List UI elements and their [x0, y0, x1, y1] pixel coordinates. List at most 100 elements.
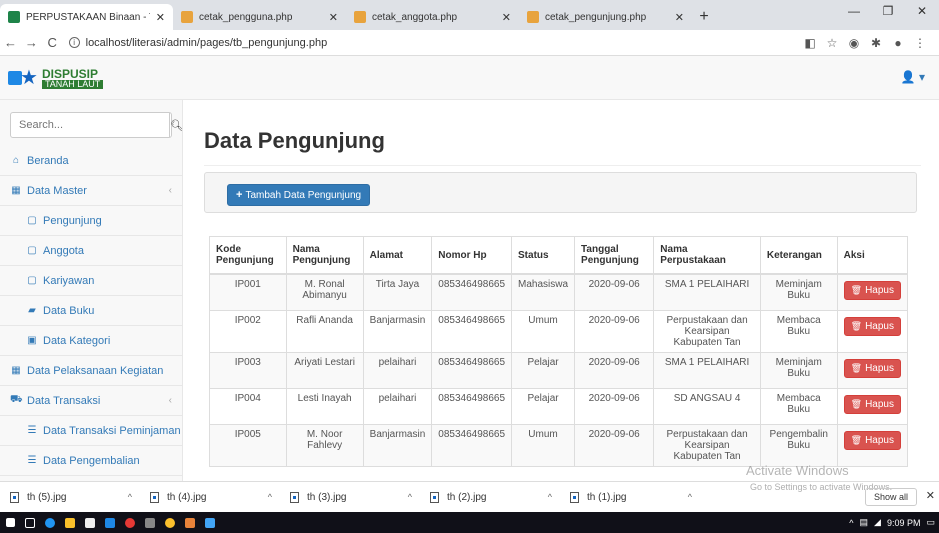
info-icon[interactable]: i: [68, 37, 80, 48]
delete-button[interactable]: 🗑︎ Hapus: [843, 358, 901, 378]
chevron-up-icon[interactable]: ^: [688, 492, 692, 502]
column-header: Nama Pengunjung: [285, 237, 364, 275]
download-item[interactable]: th (4).jpg ^: [140, 491, 280, 503]
sidebar-item[interactable]: ▰ Data Buku: [0, 296, 182, 326]
download-filename: th (1).jpg: [587, 491, 627, 503]
panel-heading: + Tambah Data Pengunjung: [204, 172, 917, 213]
show-all-button[interactable]: Show all: [864, 488, 917, 506]
chevron-up-icon[interactable]: ^: [268, 492, 272, 502]
column-header: Tanggal Pengunjung: [574, 237, 654, 275]
action-cell: 🗑︎ Hapus: [836, 273, 907, 310]
table-row: IP002 Rafli Ananda Banjarmasin 085346498665…: [210, 309, 907, 352]
table-cell: 2020-09-06: [574, 423, 654, 466]
table-header-row: Kode Pengunjung Nama Pengunjung Alamat Nomo…: [210, 237, 907, 275]
sidebar-search: 🔍︎: [10, 112, 182, 138]
sidebar-item[interactable]: ☰ Data Transaksi Peminjaman: [0, 416, 182, 446]
translate-icon[interactable]: ◧: [799, 36, 821, 50]
sidebar-item[interactable]: ▢ Kariyawan: [0, 266, 182, 296]
sidebar-item[interactable]: ▣ Data Kategori: [0, 326, 182, 356]
app-icon[interactable]: [140, 512, 160, 533]
extension-icon[interactable]: ◉: [843, 36, 865, 50]
delete-button[interactable]: 🗑︎ Hapus: [843, 430, 901, 450]
sidebar-item[interactable]: ☰ Data Pengembalian: [0, 446, 182, 476]
action-cell: 🗑︎ Hapus: [836, 423, 907, 466]
trash-icon: 🗑︎: [850, 285, 863, 295]
close-icon[interactable]: ✕: [905, 0, 939, 22]
user-menu[interactable]: 👤 ▾: [901, 70, 925, 84]
edge-icon[interactable]: [40, 512, 60, 533]
menu-dots-icon[interactable]: ⋮: [909, 36, 931, 50]
table-cell: 2020-09-06: [574, 273, 654, 310]
back-icon[interactable]: ←: [0, 35, 21, 50]
minimize-icon[interactable]: —: [837, 0, 871, 22]
task-view-icon[interactable]: [20, 512, 40, 533]
clock[interactable]: 9:09 PM: [887, 518, 921, 528]
column-header: Nomor Hp: [431, 237, 512, 275]
table-cell: Rafli Ananda: [285, 309, 364, 352]
network-icon[interactable]: ▤: [860, 517, 869, 528]
table-icon: ▦: [11, 185, 21, 196]
url-field[interactable]: i localhost/literasi/admin/pages/tb_peng…: [68, 32, 799, 54]
puzzle-icon[interactable]: ✱: [865, 36, 887, 50]
pdf-favicon-icon: [181, 11, 193, 23]
file-explorer-icon[interactable]: [60, 512, 80, 533]
add-visitor-button[interactable]: + Tambah Data Pengunjung: [227, 184, 371, 206]
sidebar-item[interactable]: ⌂ Beranda: [0, 146, 182, 176]
browser-tab[interactable]: cetak_pengguna.php ✕: [173, 4, 346, 30]
download-item[interactable]: th (1).jpg ^: [560, 491, 700, 503]
chrome-icon[interactable]: [160, 512, 180, 533]
chevron-up-icon[interactable]: ^: [408, 492, 412, 502]
notification-icon[interactable]: ▭: [926, 517, 935, 528]
download-item[interactable]: th (2).jpg ^: [420, 491, 560, 503]
sidebar-item-label: Data Pelaksanaan Kegiatan: [27, 364, 164, 377]
windows-start-icon[interactable]: [0, 512, 20, 533]
download-item[interactable]: th (3).jpg ^: [280, 491, 420, 503]
forward-icon[interactable]: →: [21, 35, 42, 50]
star-icon[interactable]: ☆: [821, 36, 843, 50]
chevron-up-icon[interactable]: ^: [548, 492, 552, 502]
sidebar-item[interactable]: ⛟ Data Transaksi ‹: [0, 386, 182, 416]
photos-icon[interactable]: [200, 512, 220, 533]
sidebar-item[interactable]: ▦ Data Pelaksanaan Kegiatan: [0, 356, 182, 386]
download-item[interactable]: th (5).jpg ^: [0, 491, 140, 503]
mail-icon[interactable]: [100, 512, 120, 533]
reload-icon[interactable]: C: [42, 35, 63, 50]
tab-close-icon[interactable]: ✕: [502, 11, 511, 24]
close-downloads-icon[interactable]: ✕: [926, 489, 935, 502]
plus-icon: +: [236, 189, 243, 201]
sidebar-item[interactable]: ▦ Data Master ‹: [0, 176, 182, 206]
app-logo[interactable]: ★ DISPUSIP TANAH LAUT: [8, 63, 114, 93]
chevron-left-icon: ‹: [168, 395, 172, 406]
delete-button[interactable]: 🗑︎ Hapus: [843, 316, 901, 336]
table-cell: 085346498665: [431, 387, 512, 424]
download-list: th (5).jpg ^ th (4).jpg ^ th (3).jpg ^ th (2).…: [0, 491, 700, 503]
extension-icons: ◧ ☆ ◉ ✱ ● ⋮: [799, 36, 931, 50]
delete-button[interactable]: 🗑︎ Hapus: [843, 394, 901, 414]
search-button[interactable]: 🔍︎: [169, 113, 182, 137]
sidebar-item[interactable]: ▢ Anggota: [0, 236, 182, 266]
browser-tab[interactable]: cetak_anggota.php ✕: [346, 4, 519, 30]
table-cell: Meminjam Buku: [759, 351, 838, 388]
tray-arrow-icon[interactable]: ^: [849, 518, 853, 528]
tab-title: cetak_pengunjung.php: [545, 11, 647, 23]
tab-close-icon[interactable]: ✕: [329, 11, 338, 24]
sidebar-menu: ⌂ Beranda ▦ Data Master ‹ ▢ Pengunjung ▢ Anggota…: [0, 146, 182, 481]
profile-icon[interactable]: ●: [887, 36, 909, 50]
tab-close-icon[interactable]: ✕: [675, 11, 684, 24]
sidebar-item-label: Data Kategori: [43, 334, 111, 347]
delete-button[interactable]: 🗑︎ Hapus: [843, 281, 901, 300]
xampp-icon[interactable]: [180, 512, 200, 533]
chevron-up-icon[interactable]: ^: [128, 492, 132, 502]
search-input[interactable]: [11, 113, 169, 137]
browser-tab[interactable]: cetak_pengunjung.php ✕: [519, 4, 692, 30]
tab-close-icon[interactable]: ✕: [156, 11, 165, 24]
table-body: IP001 M. Ronal Abimanyu Tirta Jaya 08534649…: [210, 273, 907, 466]
store-icon[interactable]: [80, 512, 100, 533]
browser-tab[interactable]: PERPUSTAKAAN Binaan - Tanah L ✕: [0, 4, 173, 30]
trash-icon: 🗑︎: [850, 434, 863, 445]
sidebar-item[interactable]: ▢ Pengunjung: [0, 206, 182, 236]
opera-icon[interactable]: [120, 512, 140, 533]
volume-icon[interactable]: ◢: [874, 517, 881, 528]
maximize-icon[interactable]: ❐: [871, 0, 905, 22]
new-tab-button[interactable]: +: [692, 4, 716, 30]
